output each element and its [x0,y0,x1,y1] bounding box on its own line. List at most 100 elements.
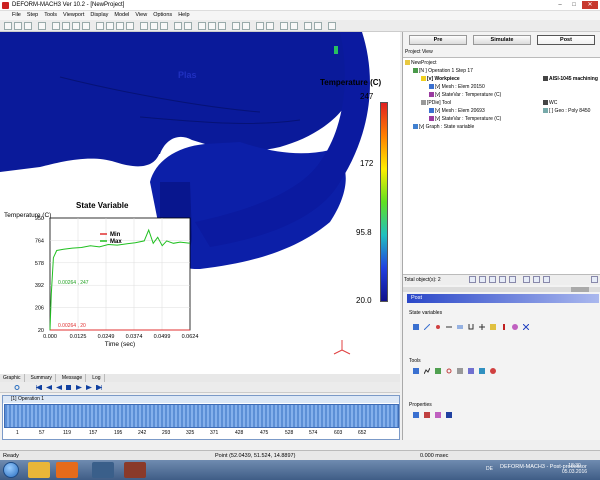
mesh-icon[interactable] [150,22,158,30]
measure-tool-icon[interactable] [435,368,441,374]
legend-icon[interactable] [290,22,298,30]
tree-geo[interactable]: [ ] Geo : Poly 8450 [543,108,590,114]
movie-icon[interactable] [266,22,274,30]
chart-tool-icon[interactable] [424,368,430,374]
select-object-icon[interactable] [479,276,486,283]
light-icon[interactable] [314,22,322,30]
first-step-icon[interactable] [36,385,42,390]
explorer-icon[interactable] [28,462,50,478]
play-back-icon[interactable] [56,385,62,390]
post-button[interactable]: Post [537,35,595,45]
view-iso-icon[interactable] [140,22,148,30]
tree-graph[interactable]: [v] Graph : State variable [413,124,474,130]
grid-icon[interactable] [184,22,192,30]
palette-icon[interactable] [512,324,518,330]
camera-icon[interactable] [256,22,264,30]
scroll-thumb[interactable] [571,287,589,292]
display-props-icon[interactable] [413,412,419,418]
contour-icon[interactable] [413,324,419,330]
point-icon[interactable] [218,22,226,30]
point-track-icon[interactable] [435,324,441,330]
info-icon[interactable] [328,22,336,30]
camera-app-icon[interactable] [92,462,114,478]
menu-viewport[interactable]: Viewport [63,11,84,20]
menu-step[interactable]: Step [27,11,38,20]
report-tool-icon[interactable] [468,368,474,374]
open-icon[interactable] [14,22,22,30]
tab-message[interactable]: Message [62,374,87,382]
shade-icon[interactable] [160,22,168,30]
menu-options[interactable]: Options [153,11,172,20]
rotate-icon[interactable] [82,22,90,30]
tree-statevar-1[interactable]: [v] StateVar : Temperature (C) [429,92,501,98]
minimize-button[interactable]: – [554,1,566,9]
expand-icon[interactable] [591,276,598,283]
contour-icon[interactable] [198,22,206,30]
close-button[interactable]: ✕ [582,1,598,9]
close-x-icon[interactable] [523,324,529,330]
new-icon[interactable] [4,22,12,30]
mesh-view-icon[interactable] [469,276,476,283]
color-props-icon[interactable] [435,412,441,418]
deform-taskbar-icon[interactable] [124,462,146,478]
tree-statevar-2[interactable]: [v] StateVar : Temperature (C) [429,116,501,122]
menu-model[interactable]: Model [114,11,129,20]
graph-tool-icon[interactable] [413,368,419,374]
fit-icon[interactable] [96,22,104,30]
simulate-button[interactable]: Simulate [473,35,531,45]
tab-log[interactable]: Log [92,374,105,382]
menu-help[interactable]: Help [178,11,189,20]
slice-icon[interactable] [232,22,240,30]
export-tool-icon[interactable] [479,368,485,374]
tree-operation[interactable]: [N ] Operation 1 Step 17 [413,68,473,74]
view-front-icon[interactable] [106,22,114,30]
layer-props-icon[interactable] [446,412,452,418]
step-timeline[interactable]: [1] Operation 1 1 57 119 157 195 242 293… [2,395,400,440]
plus-icon[interactable] [479,324,485,330]
clock[interactable]: 18:30 05.03.2016 [562,463,587,475]
tree-workpiece[interactable]: [v] Workpiece [421,76,460,82]
measure-icon[interactable] [174,22,182,30]
last-step-icon[interactable] [96,385,102,390]
hide-object-icon[interactable] [489,276,496,283]
ball-tool-icon[interactable] [490,368,496,374]
start-button[interactable] [3,462,19,478]
refresh-icon[interactable] [14,385,20,390]
stop-icon[interactable] [66,385,72,390]
tool-material[interactable]: WC [543,100,557,106]
tree-tool[interactable]: [PDie] Tool [421,100,451,106]
graphics-viewport[interactable]: Plas Temperature (C) 247 172 95.8 20.0 S… [0,32,400,374]
axis-icon[interactable] [304,22,312,30]
copy-object-icon[interactable] [509,276,516,283]
prev-step-icon[interactable] [46,385,52,390]
tab-graphic[interactable]: Graphic [3,374,25,382]
loop-tool-icon[interactable] [446,368,452,374]
vector-icon[interactable] [424,324,430,330]
pre-button[interactable]: Pre [409,35,467,45]
zoom-icon[interactable] [62,22,70,30]
material-props-icon[interactable] [424,412,430,418]
horizontal-scrollbar[interactable] [403,287,600,292]
workpiece-material[interactable]: AISI-1045 machining [543,76,598,82]
cross-section-icon[interactable] [490,324,496,330]
color-icon[interactable] [280,22,288,30]
next-step-icon[interactable] [86,385,92,390]
print-icon[interactable] [38,22,46,30]
firefox-icon[interactable] [56,462,78,478]
pan-icon[interactable] [72,22,80,30]
view-top-icon[interactable] [116,22,124,30]
tab-summary[interactable]: Summary [31,374,56,382]
menu-file[interactable]: File [12,11,21,20]
menu-display[interactable]: Display [90,11,108,20]
maximize-button[interactable]: □ [568,1,580,9]
settings-icon[interactable] [533,276,540,283]
mirror-icon[interactable] [242,22,250,30]
tree-root[interactable]: NewProject [405,60,437,66]
delete-icon[interactable] [543,276,550,283]
step-stripe[interactable] [4,404,399,428]
view-side-icon[interactable] [126,22,134,30]
save-icon[interactable] [24,22,32,30]
tree-mesh-1[interactable]: [v] Mesh : Elem 20150 [429,84,485,90]
table-tool-icon[interactable] [457,368,463,374]
menu-view[interactable]: View [135,11,147,20]
